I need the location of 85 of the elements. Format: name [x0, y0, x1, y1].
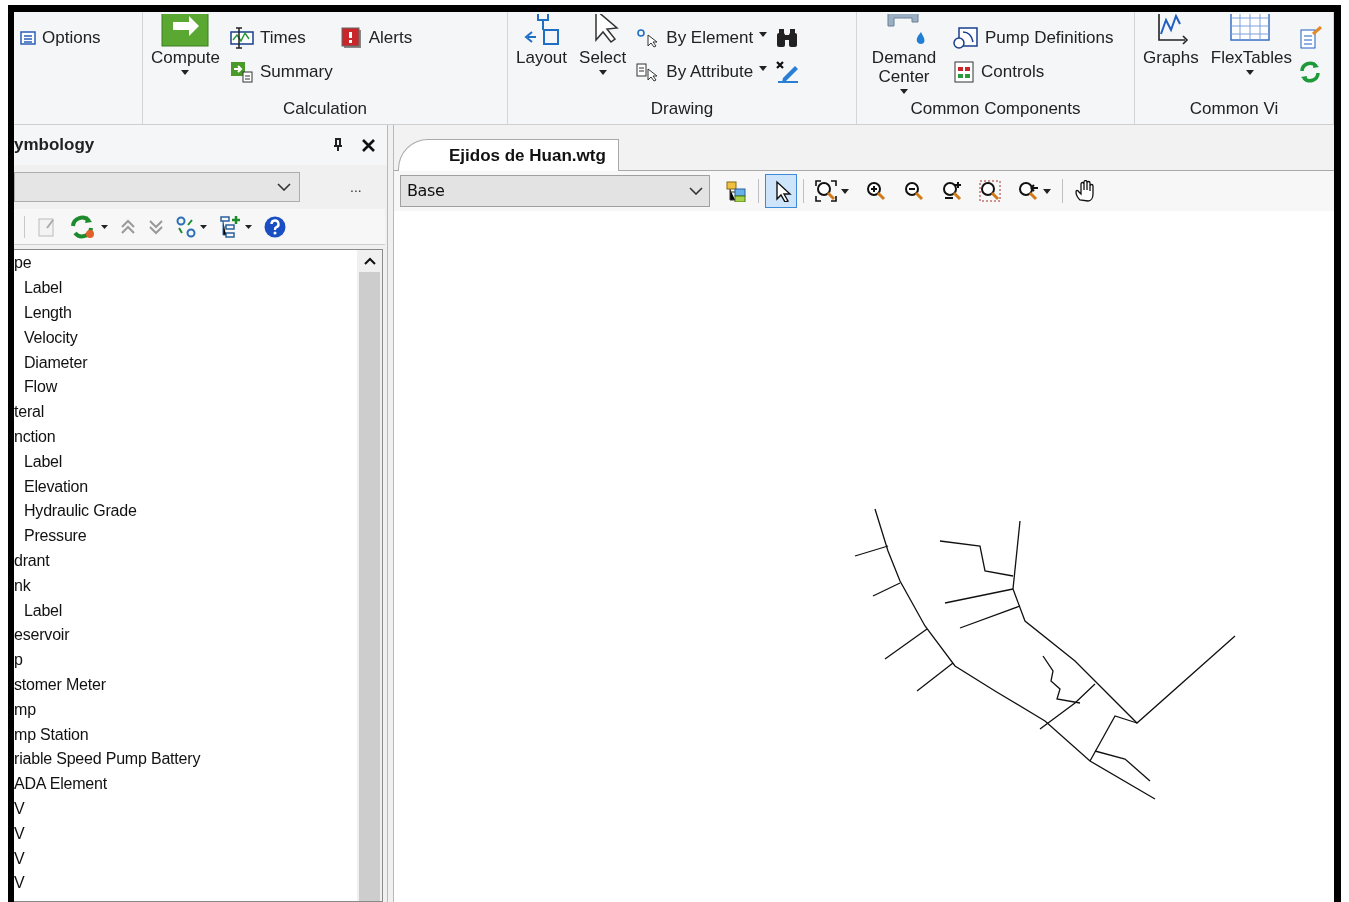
chart-icon — [230, 27, 254, 49]
caret-icon — [841, 188, 849, 194]
tree-item[interactable]: Hydraulic Grade — [24, 499, 137, 524]
scenario-dropdown[interactable]: Base — [400, 175, 710, 207]
tree-item[interactable]: Length — [24, 301, 72, 325]
chevron-down-icon — [689, 187, 703, 195]
ribbon-button[interactable]: Controls — [953, 61, 1114, 83]
scroll-thumb[interactable] — [359, 272, 380, 901]
ribbon-button[interactable]: Times — [230, 27, 333, 49]
ribbon-button[interactable]: Graphs — [1141, 12, 1201, 67]
tree-item[interactable]: Label — [24, 598, 63, 623]
tree-item[interactable]: eservoir — [14, 623, 70, 648]
ribbon-button[interactable]: By Element — [636, 27, 768, 49]
swap-icon[interactable] — [176, 215, 196, 238]
layers-icon — [725, 180, 747, 202]
ribbon-button[interactable]: Summary — [230, 61, 333, 83]
refresh-icon[interactable] — [1298, 61, 1321, 83]
caret-icon — [1043, 188, 1051, 194]
ribbon-button[interactable]: Layout — [514, 12, 570, 67]
ribbon-button[interactable]: Demand Center — [863, 12, 945, 96]
add-tree-icon[interactable] — [219, 214, 241, 239]
scenario-value: Base — [407, 180, 445, 202]
group-label: Common Vi — [1189, 98, 1279, 120]
tree-item[interactable]: V — [14, 796, 25, 821]
map-tool-button[interactable] — [765, 174, 797, 208]
tree-item[interactable]: Elevation — [24, 474, 89, 499]
chevron-down-icon — [277, 183, 291, 191]
tree-item[interactable]: nction — [14, 424, 56, 449]
group-label: Common Components — [910, 98, 1081, 120]
tree-item[interactable]: Flow — [24, 375, 57, 400]
caret-icon[interactable] — [200, 224, 207, 229]
group-label: Drawing — [650, 98, 714, 120]
controls-icon — [953, 61, 975, 83]
ribbon-button[interactable]: Options — [20, 27, 101, 49]
ribbon-button[interactable]: Pump Definitions — [953, 27, 1114, 49]
group-label: Calculation — [282, 98, 368, 120]
zoom-previous-icon — [1017, 180, 1039, 202]
ribbon-button[interactable]: Compute — [149, 12, 222, 77]
document-tab[interactable]: Ejidos de Huan.wtg — [398, 139, 619, 171]
collapse-all-icon[interactable] — [120, 217, 136, 236]
ribbon-button[interactable]: By Attribute — [636, 61, 768, 83]
pan-hand-icon — [1074, 180, 1096, 202]
tree-item[interactable]: teral — [14, 400, 45, 425]
tree-item[interactable]: mp — [14, 697, 36, 722]
tree-item[interactable]: ADA Element — [14, 772, 107, 797]
table-icon — [20, 30, 36, 46]
tree-item[interactable]: mp Station — [14, 722, 89, 747]
close-icon[interactable] — [362, 138, 375, 152]
zoom-extents-icon — [815, 180, 837, 202]
zoom-in-icon — [865, 180, 887, 202]
tree-item[interactable]: pe — [14, 251, 32, 276]
panel-title: ymbology — [14, 134, 95, 157]
tree-item[interactable]: Label — [24, 276, 63, 301]
tree-item[interactable]: Label — [24, 449, 63, 474]
expand-all-icon[interactable] — [148, 217, 164, 236]
ribbon-button[interactable]: Alerts — [340, 27, 413, 49]
binoculars-icon[interactable] — [775, 27, 800, 49]
tree-item[interactable]: drant — [14, 548, 50, 573]
scrollbar[interactable] — [357, 250, 382, 901]
zoom-out-icon — [903, 180, 925, 202]
tree-item[interactable]: V — [14, 821, 25, 846]
scroll-up-icon[interactable] — [363, 257, 376, 265]
tree-item[interactable]: V — [14, 846, 25, 871]
help-icon[interactable] — [264, 215, 286, 238]
tree-item[interactable]: Diameter — [24, 350, 88, 375]
refresh-icon[interactable] — [69, 214, 97, 239]
tree-item[interactable]: V — [14, 871, 25, 896]
caret-icon[interactable] — [101, 224, 108, 229]
tree-item[interactable]: riable Speed Pump Battery — [14, 747, 201, 772]
zoom-realtime-icon — [941, 180, 963, 202]
pump-icon — [953, 27, 979, 49]
report-icon — [230, 61, 254, 83]
tree-item[interactable]: p — [14, 648, 23, 673]
more-button[interactable]: ... — [350, 176, 362, 198]
tree-item[interactable]: Pressure — [24, 524, 87, 549]
alert-icon — [340, 27, 363, 49]
report-edit-icon[interactable] — [1298, 26, 1323, 50]
tree-item[interactable]: nk — [14, 573, 31, 598]
ribbon-button[interactable]: FlexTables — [1208, 12, 1291, 77]
pin-icon[interactable] — [332, 138, 344, 152]
tree-item[interactable]: stomer Meter — [14, 672, 106, 697]
ribbon-button[interactable]: Select — [577, 12, 629, 77]
zoom-window-icon — [979, 180, 1001, 202]
caret-icon[interactable] — [245, 224, 252, 229]
tree-item[interactable]: Velocity — [24, 325, 78, 350]
